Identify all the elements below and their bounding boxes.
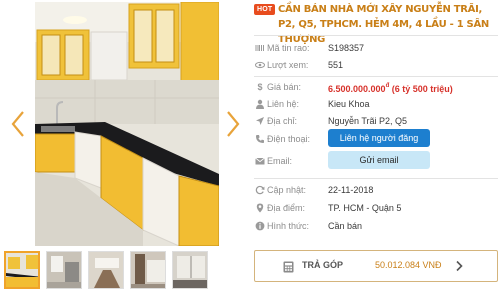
views-value: 551 xyxy=(328,60,344,70)
user-icon xyxy=(255,99,265,109)
listing-code-value: S198357 xyxy=(328,43,365,53)
location-row: Địa điểm: TP. HCM - Quận 5 xyxy=(254,200,500,216)
phone-row: Điện thoại: Liên hệ người đăng xyxy=(254,129,500,147)
divider xyxy=(254,76,498,77)
phone-label: Điện thoại: xyxy=(267,134,311,144)
price-row: $ Giá bán: 6.500.000.000đ (6 tỷ 500 triệ… xyxy=(254,79,500,95)
address-value: Nguyễn Trãi P2, Q5 xyxy=(328,116,408,126)
updated-value: 22-11-2018 xyxy=(328,185,374,195)
chevron-right-icon xyxy=(227,111,240,137)
main-photo[interactable] xyxy=(35,2,219,246)
contact-seller-button[interactable]: Liên hệ người đăng xyxy=(328,129,430,147)
photo-gallery xyxy=(0,0,250,291)
views-label: Lượt xem: xyxy=(267,60,309,70)
calculator-icon xyxy=(283,260,294,278)
hot-badge: HOT xyxy=(254,4,276,15)
updated-label: Cập nhật: xyxy=(267,185,307,195)
location-value: TP. HCM - Quận 5 xyxy=(328,203,402,213)
eye-icon xyxy=(255,60,265,70)
thumbnail-strip xyxy=(4,251,250,291)
contact-label: Liên hệ: xyxy=(267,99,300,109)
currency-symbol: đ xyxy=(385,83,390,89)
info-icon xyxy=(255,221,265,231)
dollar-icon: $ xyxy=(257,82,263,92)
refresh-icon xyxy=(255,185,265,195)
divider xyxy=(254,35,498,36)
listing-code-label: Mã tin rao: xyxy=(267,43,310,53)
envelope-icon xyxy=(255,156,265,166)
email-label: Email: xyxy=(267,156,293,166)
listing-type-row: Hình thức: Cần bán xyxy=(254,218,500,234)
thumbnail[interactable] xyxy=(130,251,166,289)
price-value: 6.500.000.000đ (6 tỷ 500 triệu) xyxy=(328,83,453,94)
divider xyxy=(254,178,498,179)
chevron-right-icon xyxy=(455,259,463,277)
thumbnail[interactable] xyxy=(172,251,208,289)
chevron-left-icon xyxy=(11,111,24,137)
prev-photo-button[interactable] xyxy=(8,108,28,140)
email-row: Email: Gửi email xyxy=(254,151,500,169)
location-arrow-icon xyxy=(255,116,265,126)
map-marker-icon xyxy=(255,203,265,213)
barcode-icon xyxy=(255,43,265,53)
location-label: Địa điểm: xyxy=(267,203,306,213)
listing-code-row: Mã tin rao: S198357 xyxy=(254,40,500,56)
price-in-words: (6 tỷ 500 triệu) xyxy=(391,84,453,94)
phone-icon xyxy=(255,134,265,144)
send-email-button[interactable]: Gửi email xyxy=(328,151,430,169)
address-row: Địa chỉ: Nguyễn Trãi P2, Q5 xyxy=(254,113,500,129)
listing-info-panel: HOT CẦN BÁN NHÀ MỚI XÂY NGUYỄN TRÃI, P2,… xyxy=(252,0,500,291)
contact-row: Liên hệ: Kieu Khoa xyxy=(254,96,500,112)
updated-row: Cập nhật: 22-11-2018 xyxy=(254,182,500,198)
installment-calculator-button[interactable]: TRẢ GÓP 50.012.084 VNĐ xyxy=(254,250,498,282)
listing-type-value: Cần bán xyxy=(328,221,363,231)
address-label: Địa chỉ: xyxy=(267,116,298,126)
price-label: Giá bán: xyxy=(267,82,302,92)
thumbnail[interactable] xyxy=(88,251,124,289)
listing-type-label: Hình thức: xyxy=(267,221,310,231)
installment-label: TRẢ GÓP xyxy=(302,260,344,270)
thumbnail[interactable] xyxy=(4,251,40,289)
thumbnail[interactable] xyxy=(46,251,82,289)
installment-value: 50.012.084 VNĐ xyxy=(375,260,442,270)
contact-name: Kieu Khoa xyxy=(328,99,370,109)
next-photo-button[interactable] xyxy=(223,108,243,140)
views-row: Lượt xem: 551 xyxy=(254,57,500,73)
